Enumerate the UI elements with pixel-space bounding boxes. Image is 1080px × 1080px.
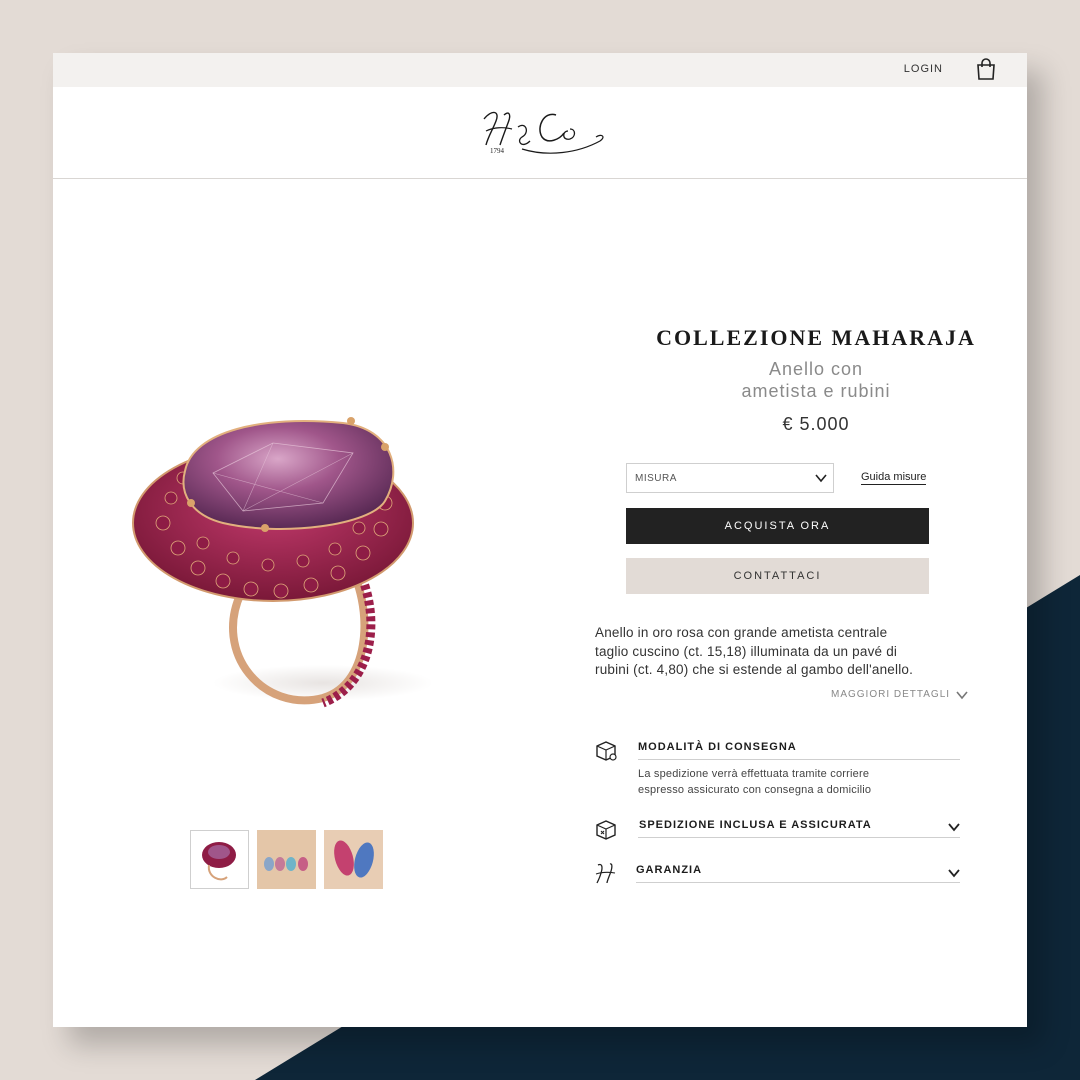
size-select-value: MISURA [635,473,677,484]
chevron-down-icon[interactable] [956,690,968,700]
chevron-down-icon[interactable] [947,868,961,878]
thumbnail-ring-image [202,842,236,881]
collection-title: COLLEZIONE MAHARAJA [656,325,976,350]
size-guide-link[interactable]: Guida misure [861,471,927,485]
accordion-body-line1: La spedizione verrà effettuata tramite c… [638,768,870,780]
description-line3: rubini (ct. 4,80) che si estende al gamb… [595,662,914,677]
product-price: € 5.000 [782,414,850,434]
accordion-title-shipping[interactable]: SPEDIZIONE INCLUSA E ASSICURATA [639,819,872,831]
accordion-divider [638,837,960,838]
delivery-box-icon [596,741,617,761]
product-subtitle-line1: Anello con [768,359,864,379]
login-link[interactable]: LOGIN [904,63,943,75]
thumbnail-rings-pair-image [324,830,383,889]
product-description: Anello in oro rosa con grande ametista c… [595,624,975,680]
accordion-body-delivery: La spedizione verrà effettuata tramite c… [638,766,938,798]
chevron-down-icon [815,474,827,483]
shopping-bag-icon[interactable] [976,58,996,80]
site-header: 1794 [53,87,1027,179]
thumbnail-rings-lineup-image [257,830,316,889]
chevron-down-icon[interactable] [947,822,961,832]
accordion-title-warranty[interactable]: GARANZIA [636,864,702,876]
accordion-body-line2: espresso assicurato con consegna a domic… [638,784,872,796]
product-image-ring [132,417,433,708]
product-subtitle-line2: ametista e rubini [741,381,891,401]
accordion-divider [636,882,960,883]
description-line1: Anello in oro rosa con grande ametista c… [595,625,888,640]
thumbnail-2[interactable] [257,830,316,889]
accordion-title-delivery[interactable]: MODALITÀ DI CONSEGNA [638,741,797,753]
brand-logo[interactable]: 1794 [478,105,608,163]
buy-now-button[interactable]: ACQUISTA ORA [626,508,929,544]
size-select[interactable]: MISURA [626,463,834,493]
description-line2: taglio cuscino (ct. 15,18) illuminata da… [595,643,898,659]
contact-button[interactable]: CONTATTACI [626,558,929,594]
monogram-h-icon [595,863,616,884]
browser-window: LOGIN 1794 COLLEZIONE MAHARAJA Anello co… [53,53,1027,1027]
thumbnail-1[interactable] [190,830,249,889]
product-subtitle: Anello con ametista e rubini [621,358,1011,402]
logo-year: 1794 [490,147,504,155]
insured-box-icon [596,820,616,840]
accordion-divider [638,759,960,760]
thumbnail-3[interactable] [324,830,383,889]
top-utility-bar: LOGIN [53,53,1027,87]
more-details-link[interactable]: MAGGIORI DETTAGLI [831,689,950,700]
